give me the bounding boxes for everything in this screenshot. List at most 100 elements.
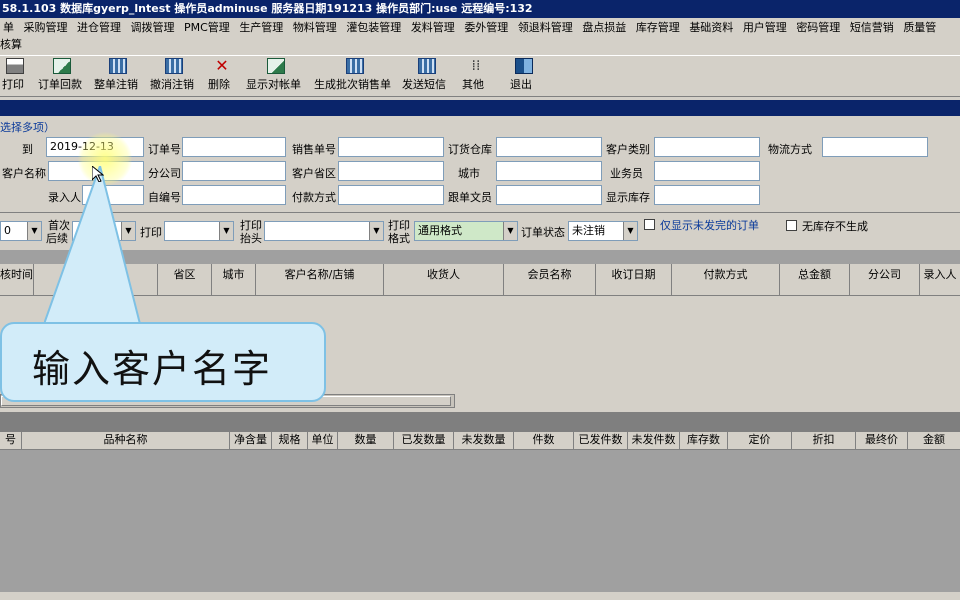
toolbar-label: 退出	[510, 78, 532, 91]
show-statement-button[interactable]: 显示对帐单	[246, 58, 306, 96]
menu-item[interactable]: 委外管理	[461, 18, 511, 37]
order-no-field[interactable]	[182, 137, 286, 157]
print-header-combo[interactable]: ▼	[264, 221, 384, 241]
column-header[interactable]: 城市	[212, 264, 256, 295]
menu-item[interactable]: PMC管理	[181, 18, 233, 37]
menu-item[interactable]: 灌包装管理	[343, 18, 404, 37]
no-stock-checkbox[interactable]	[786, 220, 797, 231]
menu-item[interactable]: 基础资料	[686, 18, 736, 37]
column-header[interactable]: 库存数	[680, 432, 728, 449]
print-icon	[6, 58, 24, 74]
menu-item[interactable]: 进仓管理	[74, 18, 124, 37]
column-header[interactable]: 总金额	[780, 264, 850, 295]
column-header[interactable]: 未发数量	[454, 432, 514, 449]
column-header[interactable]: 付款方式	[672, 264, 780, 295]
menu-item[interactable]: 盘点损益	[579, 18, 629, 37]
combo-value: 0	[4, 224, 11, 237]
column-header[interactable]: 收货人	[384, 264, 504, 295]
toolbar-label: 其他	[462, 78, 484, 91]
column-header[interactable]: 已发件数	[574, 432, 628, 449]
section-header-bar	[0, 100, 960, 116]
menu-item[interactable]: 密码管理	[793, 18, 843, 37]
order-warehouse-field[interactable]	[496, 137, 602, 157]
splitter-bar[interactable]	[0, 412, 960, 432]
column-header[interactable]: 客户名称/店铺	[256, 264, 384, 295]
column-header[interactable]: 金额	[908, 432, 960, 449]
print-button[interactable]: 打印	[2, 58, 28, 96]
menu-item[interactable]: 发料管理	[408, 18, 458, 37]
show-stock-field[interactable]	[654, 185, 760, 205]
chevron-down-icon[interactable]: ▼	[503, 222, 517, 240]
salesman-field[interactable]	[654, 161, 760, 181]
cancel-order-button[interactable]: 整单注销	[94, 58, 142, 96]
follow-clerk-label: 跟单文员	[448, 191, 492, 204]
column-header[interactable]: 核时间	[0, 264, 34, 295]
generate-batch-sales-button[interactable]: 生成批次销售单	[314, 58, 396, 96]
column-header[interactable]: 品种名称	[22, 432, 230, 449]
menu-item-accounting[interactable]: 核算	[0, 37, 960, 53]
order-payment-button[interactable]: 订单回款	[38, 58, 86, 96]
column-header[interactable]: 净含量	[230, 432, 272, 449]
send-sms-button[interactable]: 发送短信	[402, 58, 452, 96]
customer-type-field[interactable]	[654, 137, 760, 157]
chevron-down-icon[interactable]: ▼	[219, 222, 233, 240]
column-header[interactable]: 分公司	[850, 264, 920, 295]
menu-item[interactable]: 质量管	[900, 18, 939, 37]
menu-item[interactable]: 领退料管理	[515, 18, 576, 37]
menu-item[interactable]: 调拨管理	[128, 18, 178, 37]
order-items-grid-body[interactable]	[0, 450, 960, 600]
column-header[interactable]: 已发数量	[394, 432, 454, 449]
self-code-field[interactable]	[182, 185, 286, 205]
customer-province-field[interactable]	[338, 161, 444, 181]
customer-province-label: 客户省区	[292, 167, 336, 180]
print-format-combo[interactable]: 通用格式 ▼	[414, 221, 518, 241]
menu-item[interactable]: 库存管理	[633, 18, 683, 37]
menu-item[interactable]: 单	[0, 18, 17, 37]
menu-item[interactable]: 采购管理	[21, 18, 71, 37]
menu-item[interactable]: 物料管理	[290, 18, 340, 37]
column-header[interactable]: 折扣	[792, 432, 856, 449]
branch-field[interactable]	[182, 161, 286, 181]
menu-item[interactable]: 短信营销	[847, 18, 897, 37]
follow-clerk-field[interactable]	[496, 185, 602, 205]
toolbar-label: 删除	[208, 78, 230, 91]
column-header[interactable]: 规格	[272, 432, 308, 449]
left-combo[interactable]: 0 ▼	[0, 221, 42, 241]
other-button[interactable]: ⁞⁞ 其他	[462, 58, 490, 96]
column-header[interactable]: 最终价	[856, 432, 908, 449]
column-header[interactable]: 未发件数	[628, 432, 680, 449]
undo-cancel-button[interactable]: 撤消注销	[150, 58, 198, 96]
payment-method-field[interactable]	[338, 185, 444, 205]
logistics-field[interactable]	[822, 137, 928, 157]
column-header[interactable]: 单位	[308, 432, 338, 449]
logistics-label: 物流方式	[768, 143, 812, 156]
column-header[interactable]: 号	[0, 432, 22, 449]
sales-no-field[interactable]	[338, 137, 444, 157]
unshipped-only-checkbox[interactable]	[644, 219, 655, 230]
menu-bar: 单 采购管理 进仓管理 调拨管理 PMC管理 生产管理 物料管理 灌包装管理 发…	[0, 18, 960, 37]
exit-button[interactable]: 退出	[510, 58, 538, 96]
to-label: 到	[22, 143, 33, 156]
column-header[interactable]: 收订日期	[596, 264, 672, 295]
order-status-combo[interactable]: 未注销 ▼	[568, 221, 638, 241]
city-field[interactable]	[496, 161, 602, 181]
column-header[interactable]: 定价	[728, 432, 792, 449]
callout-pointer	[44, 166, 142, 325]
order-items-grid: 号 品种名称 净含量 规格 单位 数量 已发数量 未发数量 件数 已发件数 未发…	[0, 432, 960, 600]
chevron-down-icon[interactable]: ▼	[27, 222, 41, 240]
column-header[interactable]: 件数	[514, 432, 574, 449]
exit-icon	[515, 58, 533, 74]
column-header[interactable]: 数量	[338, 432, 394, 449]
column-header[interactable]: 会员名称	[504, 264, 596, 295]
tutorial-callout: 输入客户名字	[0, 322, 326, 402]
column-header[interactable]: 录入人	[920, 264, 960, 295]
chevron-down-icon[interactable]: ▼	[623, 222, 637, 240]
callout-text: 输入客户名字	[32, 347, 273, 391]
toolbar-label: 订单回款	[38, 78, 82, 91]
chevron-down-icon[interactable]: ▼	[369, 222, 383, 240]
menu-item[interactable]: 生产管理	[236, 18, 286, 37]
combo-value: 未注销	[572, 224, 605, 237]
delete-button[interactable]: ✕ 删除	[208, 58, 236, 96]
menu-item[interactable]: 用户管理	[740, 18, 790, 37]
print-format-label-2: 格式	[388, 232, 410, 245]
